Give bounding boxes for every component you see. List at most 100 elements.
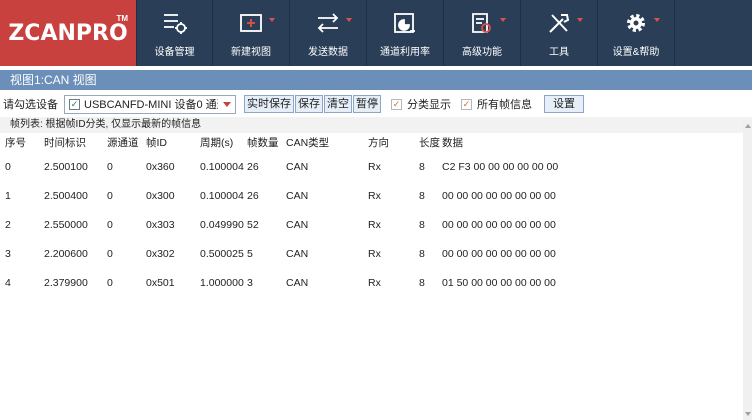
table-cell: 2 [5,219,11,231]
tools-icon [543,9,583,37]
table-cell: 0.100004 [200,190,244,202]
table-cell: CAN [286,219,309,231]
device-select-value: USBCANFD-MINI 设备0 通道0 [84,99,218,111]
save-button[interactable]: 保存 [295,95,323,113]
send-data-label: 发送数据 [308,47,348,58]
table-cell: 0x501 [146,277,175,289]
table-cell: 0 [107,277,113,289]
table-row[interactable]: 3 2.200600 0 0x302 0.500025 5 CAN Rx 8 00 00 00 0… [0,240,742,269]
table-cell: 2.200600 [44,248,88,260]
column-header[interactable]: 方向 [368,134,389,153]
device-toolbar: 请勾选设备 ✓ USBCANFD-MINI 设备0 通道0 实时保存 保存 清空… [0,93,752,115]
brand-name: ZCANPRO [8,20,128,46]
clear-button[interactable]: 清空 [324,95,352,113]
table-cell: 8 [419,248,425,260]
table-row[interactable]: 1 2.500400 0 0x300 0.100004 26 CAN Rx 8 00 00 00 … [0,182,742,211]
column-header[interactable]: 周期(s) [200,134,233,153]
table-cell: CAN [286,248,309,260]
scroll-up-icon[interactable] [745,124,751,128]
chevron-down-icon [346,18,352,22]
scroll-down-icon[interactable] [745,412,751,416]
table-cell: 0 [5,161,11,173]
trademark: TM [116,14,128,23]
vertical-scrollbar[interactable] [743,120,752,420]
all-frame-info-label: 所有帧信息 [477,99,532,111]
classify-display-option[interactable]: ✓ 分类显示 [391,96,451,112]
table-cell: 8 [419,277,425,289]
advanced-button[interactable]: 高级功能 [444,0,521,66]
column-header[interactable]: 帧数量 [247,134,279,153]
column-header[interactable]: 长度 [419,134,440,153]
table-row[interactable]: 4 2.379900 0 0x501 1.000000 3 CAN Rx 8 01 50 00 0… [0,269,742,298]
table-cell: 00 00 00 00 00 00 00 00 [442,190,556,202]
view-title: 视图1:CAN 视图 [0,70,752,90]
tools-label: 工具 [549,47,569,58]
table-cell: 1.000000 [200,277,244,289]
table-cell: CAN [286,277,309,289]
chevron-down-icon [654,18,660,22]
channel-usage-button[interactable]: 通道利用率 [367,0,444,66]
pause-button[interactable]: 暂停 [353,95,381,113]
chevron-down-icon [577,18,583,22]
table-cell: 0.049990 [200,219,244,231]
table-cell: 00 00 00 00 00 00 00 00 [442,219,556,231]
device-manage-label: 设备管理 [154,47,195,58]
table-cell: 0 [107,248,113,260]
table-cell: 2.379900 [44,277,88,289]
column-header[interactable]: 序号 [5,134,26,153]
settings-help-label: 设置&帮助 [612,47,660,58]
table-cell: 52 [247,219,259,231]
table-cell: 0 [107,219,113,231]
chevron-down-icon[interactable] [219,96,235,113]
table-cell: 2.500400 [44,190,88,202]
table-cell: 01 50 00 00 00 00 00 00 [442,277,556,289]
table-cell: Rx [368,190,381,202]
table-cell: 0.500025 [200,248,244,260]
all-frame-info-checkbox[interactable]: ✓ [461,98,472,110]
send-data-button[interactable]: 发送数据 [290,0,367,66]
new-view-button[interactable]: 新建视图 [213,0,290,66]
column-header[interactable]: 数据 [442,134,463,153]
table-cell: 00 00 00 00 00 00 00 00 [442,248,556,260]
classify-display-label: 分类显示 [407,99,451,111]
device-select[interactable]: ✓ USBCANFD-MINI 设备0 通道0 [64,94,236,114]
device-manage-button[interactable]: 设备管理 [136,0,213,66]
table-cell: 8 [419,219,425,231]
settings-help-button[interactable]: 设置&帮助 [598,0,675,66]
table-cell: 0.100004 [200,161,244,173]
advanced-label: 高级功能 [462,47,502,58]
table-cell: Rx [368,161,381,173]
send-data-icon [312,9,352,37]
column-header[interactable]: CAN类型 [286,134,329,153]
device-select-label: 请勾选设备 [3,99,58,111]
table-cell: 8 [419,161,425,173]
classify-display-checkbox[interactable]: ✓ [391,98,402,110]
table-cell: Rx [368,219,381,231]
table-row[interactable]: 2 2.550000 0 0x303 0.049990 52 CAN Rx 8 00 00 00 … [0,211,742,240]
table-header: 序号 时间标识 源通道 帧ID 周期(s) 帧数量 CAN类型 方向 长度 数据 [0,134,742,153]
table-cell: 26 [247,161,259,173]
channel-usage-label: 通道利用率 [380,47,430,58]
table-cell: 2.500100 [44,161,88,173]
new-view-label: 新建视图 [231,47,271,58]
all-frame-info-option[interactable]: ✓ 所有帧信息 [461,96,532,112]
table-cell: 0 [107,161,113,173]
column-header[interactable]: 源通道 [107,134,139,153]
table-cell: 0x303 [146,219,175,231]
frame-list-info: 帧列表: 根据帧ID分类, 仅显示最新的帧信息 [0,117,752,133]
device-checkbox[interactable]: ✓ [69,98,80,110]
table-row[interactable]: 0 2.500100 0 0x360 0.100004 26 CAN Rx 8 C2 F3 00 … [0,153,742,182]
chevron-down-icon [500,18,506,22]
settings-button[interactable]: 设置 [544,95,584,113]
save-controls: 实时保存 保存 清空 暂停 [244,95,381,113]
device-manage-icon [159,9,191,37]
table-cell: Rx [368,277,381,289]
table-cell: 5 [247,248,253,260]
tools-button[interactable]: 工具 [521,0,598,66]
realtime-save-button[interactable]: 实时保存 [244,95,294,113]
column-header[interactable]: 帧ID [146,134,167,153]
chevron-down-icon [269,18,275,22]
column-header[interactable]: 时间标识 [44,134,86,153]
table-cell: 0x360 [146,161,175,173]
table-cell: Rx [368,248,381,260]
